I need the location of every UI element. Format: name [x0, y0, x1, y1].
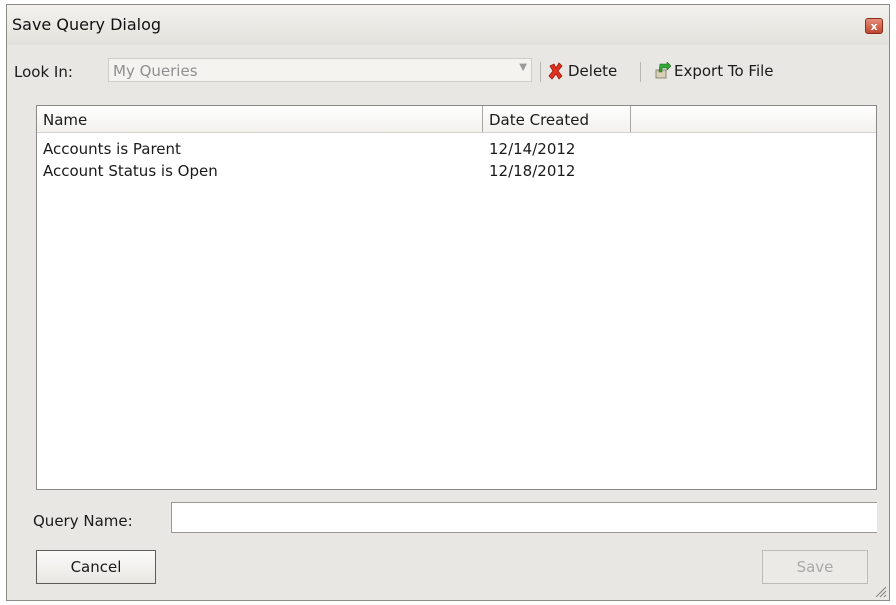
column-header-name[interactable]: Name	[37, 106, 483, 132]
date-created-cell: 12/18/2012	[489, 162, 576, 180]
list-item[interactable]: Account Status is Open 12/18/2012	[37, 160, 876, 182]
list-item[interactable]: Accounts is Parent 12/14/2012	[37, 138, 876, 160]
query-name-label: Query Name:	[33, 512, 133, 530]
look-in-dropdown[interactable]: My Queries ▼	[108, 58, 532, 82]
save-query-dialog: Save Query Dialog x Look In: My Queries …	[6, 4, 890, 601]
date-created-cell: 12/14/2012	[489, 140, 576, 158]
query-list[interactable]: Name Date Created Accounts is Parent 12/…	[36, 105, 877, 490]
look-in-label: Look In:	[14, 63, 73, 81]
query-name-input[interactable]	[171, 502, 877, 533]
dialog-title: Save Query Dialog	[12, 15, 162, 34]
cancel-button[interactable]: Cancel	[36, 550, 156, 584]
red-x-icon	[548, 62, 563, 80]
delete-button[interactable]: Delete	[547, 58, 617, 84]
cancel-label: Cancel	[70, 558, 122, 576]
delete-label: Delete	[568, 62, 618, 80]
toolbar-separator	[540, 62, 541, 82]
close-button[interactable]: x	[865, 18, 883, 34]
chevron-down-icon[interactable]: ▼	[519, 62, 527, 73]
toolbar: Look In: My Queries ▼ Delete Export To F…	[7, 53, 889, 87]
export-label: Export To File	[674, 62, 774, 80]
list-header: Name Date Created	[37, 106, 876, 133]
toolbar-separator	[640, 62, 641, 82]
export-arrow-icon	[655, 62, 671, 79]
column-header-empty	[631, 106, 876, 132]
save-button[interactable]: Save	[762, 550, 868, 584]
save-label: Save	[796, 558, 834, 576]
query-name-cell: Accounts is Parent	[43, 140, 181, 158]
title-bar[interactable]: Save Query Dialog x	[7, 5, 889, 45]
look-in-value: My Queries	[113, 62, 198, 80]
export-to-file-button[interactable]: Export To File	[653, 58, 774, 84]
resize-grip-icon[interactable]	[873, 584, 887, 598]
close-icon: x	[870, 20, 878, 33]
query-name-cell: Account Status is Open	[43, 162, 218, 180]
column-header-date-created[interactable]: Date Created	[483, 106, 631, 132]
